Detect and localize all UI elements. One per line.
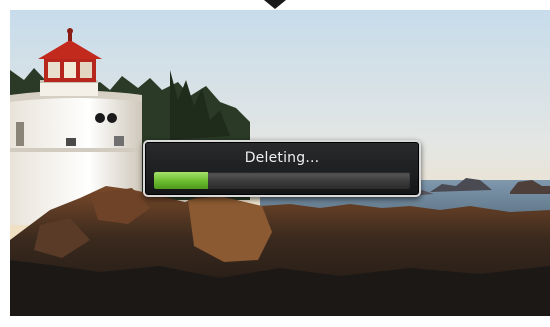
deleting-status-label: Deleting... [244,150,320,166]
progress-bar-fill [154,172,208,189]
progress-bar [154,172,410,189]
chevron-down-icon [264,0,286,9]
progress-dialog: Deleting... [143,140,421,197]
photo-background: Deleting... [10,10,550,316]
